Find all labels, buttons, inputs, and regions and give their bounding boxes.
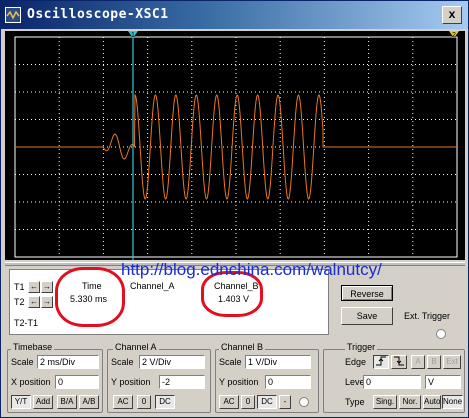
trigger-type-single-button[interactable]: Sing.	[373, 395, 397, 409]
title-bar[interactable]: Oscilloscope-XSC1 x	[1, 1, 468, 29]
mode-yt-button[interactable]: Y/T	[11, 395, 31, 409]
arrow-left-icon: ←	[30, 282, 38, 291]
scope-display: 1 2	[14, 31, 459, 260]
edge-falling-button[interactable]	[391, 355, 407, 369]
channel-b-title: Channel B	[219, 342, 266, 352]
channel-b-minus-button[interactable]: -	[279, 395, 291, 409]
timebase-scale-field[interactable]: 2 ms/Div	[37, 355, 99, 369]
mode-add-button[interactable]: Add	[33, 395, 53, 409]
channel-b-y-position-label: Y position	[219, 377, 259, 387]
watermark-url: http://blog.ednchina.com/walnutcy/	[121, 260, 382, 279]
trigger-source-b-button[interactable]: B	[427, 355, 441, 369]
channel-a-scale-label: Scale	[111, 357, 134, 367]
channel-a-y-position-label: Y position	[111, 377, 151, 387]
mode-ba-button[interactable]: B/A	[57, 395, 77, 409]
channel-a-title: Channel A	[113, 342, 159, 352]
channel-a-ac-button[interactable]: AC	[113, 395, 133, 409]
mode-ab-button[interactable]: A/B	[79, 395, 99, 409]
save-button[interactable]: Save	[341, 307, 393, 325]
scope-screen[interactable]: 1 2	[5, 31, 465, 260]
trigger-edge-label: Edge	[345, 357, 367, 367]
channel-a-dc-button[interactable]: DC	[155, 395, 175, 409]
x-position-field[interactable]: 0	[55, 375, 99, 389]
channel-b-zero-button[interactable]: 0	[241, 395, 255, 409]
trigger-type-auto-button[interactable]: Auto	[423, 395, 441, 409]
arrow-left-icon: ←	[30, 297, 38, 306]
x-position-label: X position	[11, 377, 51, 387]
trigger-source-a-button[interactable]: A	[411, 355, 425, 369]
t1-label: T1	[14, 282, 25, 292]
reverse-button[interactable]: Reverse	[341, 285, 393, 301]
channel-b-scale-field[interactable]: 1 V/Div	[245, 355, 311, 369]
annotation-circle-time	[55, 267, 125, 327]
cursor-t1-label: 1	[131, 32, 135, 39]
falling-edge-icon	[394, 356, 404, 366]
timebase-scale-label: Scale	[11, 357, 34, 367]
arrow-right-icon: →	[43, 282, 51, 291]
channel-a-zero-button[interactable]: 0	[137, 395, 151, 409]
channel-a-y-position-field[interactable]: -2	[159, 375, 205, 389]
oscilloscope-icon	[5, 7, 21, 23]
t2-label: T2	[14, 297, 25, 307]
window-title: Oscilloscope-XSC1	[27, 7, 169, 22]
t2-right-button[interactable]: →	[41, 296, 53, 308]
trigger-type-none-button[interactable]: None	[442, 395, 463, 409]
channel-b-terminal[interactable]	[299, 397, 309, 407]
trigger-type-normal-button[interactable]: Nor.	[399, 395, 421, 409]
channel-b-y-position-field[interactable]: 0	[265, 375, 311, 389]
trigger-level-field[interactable]: 0	[363, 375, 421, 389]
rising-edge-icon	[376, 356, 386, 366]
trigger-title: Trigger	[345, 342, 378, 352]
trigger-type-label: Type	[345, 397, 365, 407]
channel-b-ac-button[interactable]: AC	[219, 395, 239, 409]
edge-rising-button[interactable]	[373, 355, 389, 369]
close-icon: x	[448, 7, 456, 21]
channel-a-scale-field[interactable]: 2 V/Div	[139, 355, 205, 369]
cursor-t2-label: 2	[452, 32, 456, 39]
trigger-level-unit[interactable]: V	[425, 375, 461, 389]
timebase-title: Timebase	[11, 342, 55, 352]
t2-left-button[interactable]: ←	[28, 296, 40, 308]
t1-left-button[interactable]: ←	[28, 281, 40, 293]
channel-b-dc-button[interactable]: DC	[257, 395, 277, 409]
ext-trigger-label: Ext. Trigger	[404, 311, 451, 321]
ext-trigger-terminal[interactable]	[436, 329, 446, 339]
trigger-source-ext-button[interactable]: Ext	[443, 355, 461, 369]
channel-b-scale-label: Scale	[219, 357, 242, 367]
channel-a-header: Channel_A	[130, 281, 175, 291]
oscilloscope-window: Oscilloscope-XSC1 x 1 2 T1 ← → T2 ← → T2…	[0, 0, 469, 418]
t2-t1-label: T2-T1	[14, 318, 39, 328]
close-button[interactable]: x	[442, 6, 462, 24]
t1-right-button[interactable]: →	[41, 281, 53, 293]
arrow-right-icon: →	[43, 297, 51, 306]
